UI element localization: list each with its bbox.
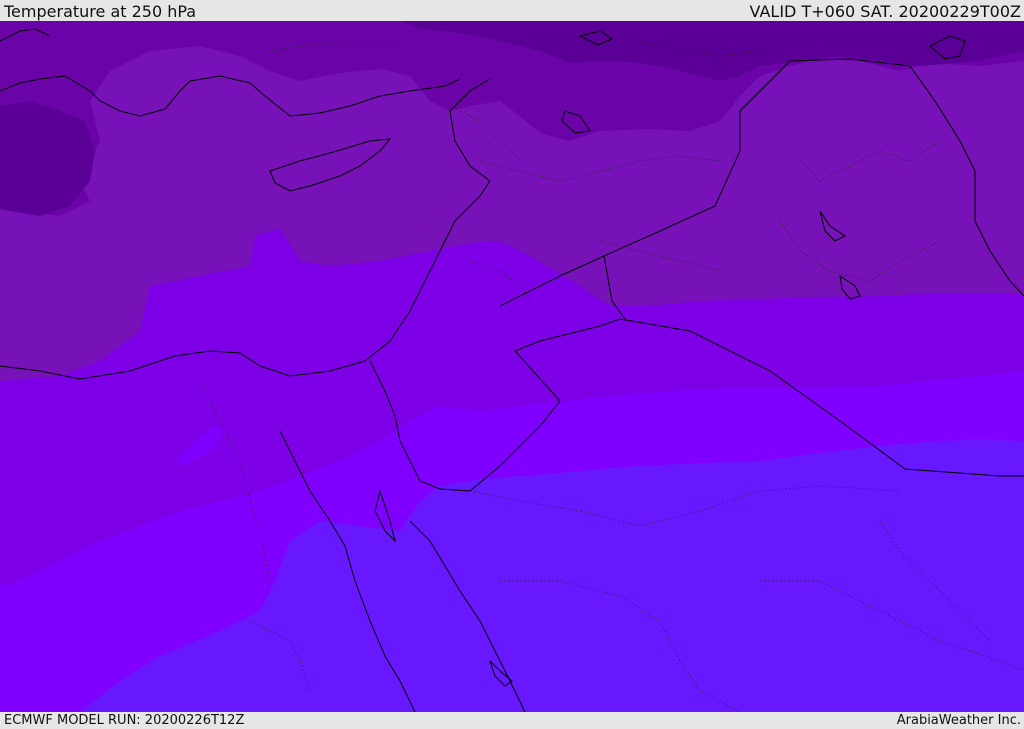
credit-label: ArabiaWeather Inc. — [896, 713, 1021, 728]
header-bar: Temperature at 250 hPa VALID T+060 SAT. … — [0, 0, 1024, 21]
model-run-label: ECMWF MODEL RUN: 20200226T12Z — [4, 713, 245, 728]
map-title: Temperature at 250 hPa — [4, 2, 197, 21]
temperature-map — [0, 21, 1024, 712]
footer-bar: ECMWF MODEL RUN: 20200226T12Z ArabiaWeat… — [0, 712, 1024, 729]
valid-time-label: VALID T+060 SAT. 20200229T00Z — [749, 2, 1021, 21]
